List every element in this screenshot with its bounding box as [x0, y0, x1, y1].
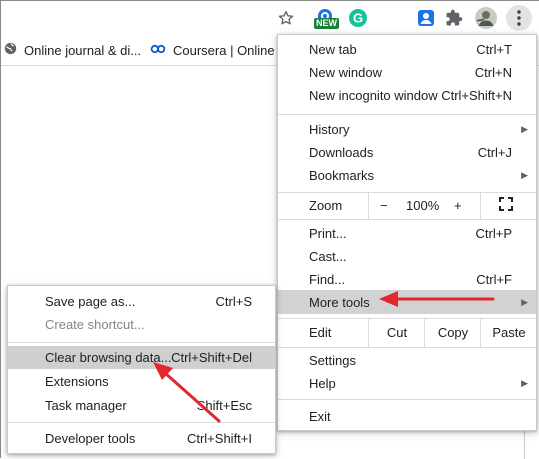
annotation-arrow-more-tools [379, 291, 495, 307]
annotation-overlay [153, 291, 495, 423]
annotation-arrow-clear-browsing [153, 362, 221, 423]
